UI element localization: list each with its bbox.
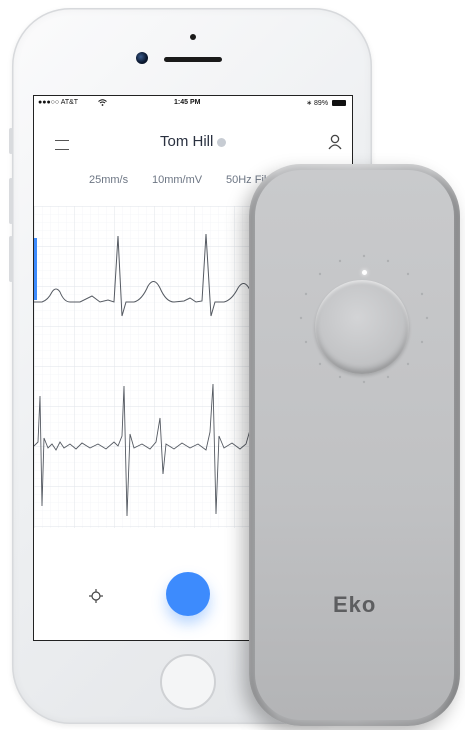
carrier-label: ●●●○○ AT&T	[38, 99, 79, 106]
battery-percent: 89%	[314, 100, 329, 107]
proximity-sensor	[190, 34, 196, 40]
brand-logo: Eko	[333, 592, 377, 617]
wifi-icon	[98, 99, 107, 106]
volume-up-button	[9, 178, 13, 224]
bluetooth-icon: ∗	[306, 100, 313, 107]
gain-label[interactable]: 10mm/mV	[152, 174, 202, 186]
paper-speed-label[interactable]: 25mm/s	[89, 174, 128, 186]
device-dial-button[interactable]	[315, 280, 409, 374]
front-camera	[136, 52, 148, 64]
record-button[interactable]	[166, 572, 210, 616]
recording-marker	[34, 238, 37, 300]
mute-switch	[9, 128, 13, 154]
status-bar: ●●●○○ AT&T 1:45 PM ∗ 89%	[38, 99, 348, 111]
volume-down-button	[9, 236, 13, 282]
patient-name: Tom Hill	[160, 133, 227, 150]
home-button[interactable]	[160, 654, 216, 710]
target-icon[interactable]	[89, 589, 103, 603]
status-led	[362, 270, 367, 275]
battery-indicator: ∗ 89%	[306, 99, 346, 107]
status-dot-icon	[217, 137, 227, 147]
user-icon[interactable]	[328, 134, 342, 150]
menu-icon[interactable]	[55, 140, 69, 150]
battery-icon	[332, 100, 346, 107]
patient-name-text: Tom Hill	[160, 133, 214, 150]
clock: 1:45 PM	[174, 99, 201, 106]
earpiece-speaker	[164, 57, 222, 62]
eko-device: Eko	[249, 164, 460, 726]
